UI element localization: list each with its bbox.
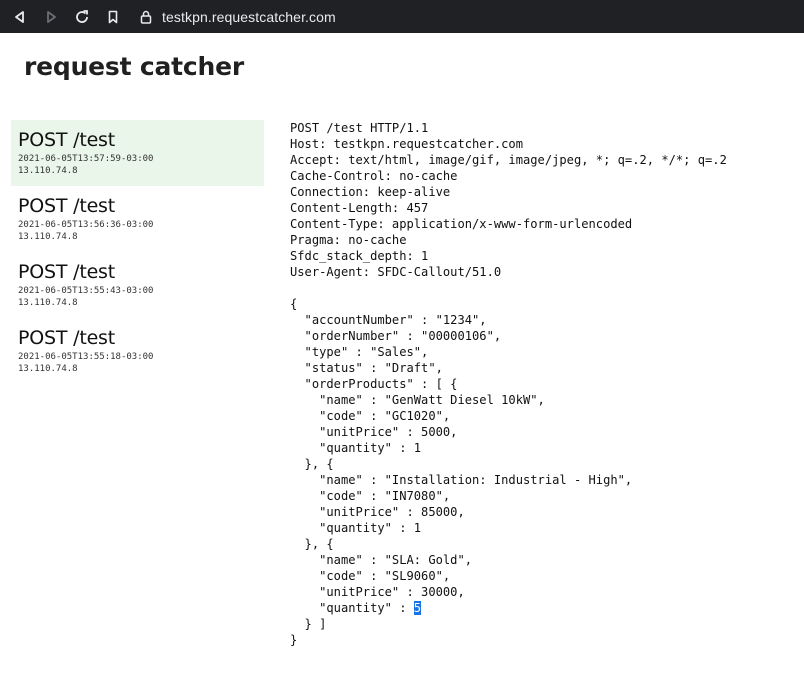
request-timestamp: 2021-06-05T13:57:59-03:00 — [18, 154, 154, 164]
forward-arrow-icon — [47, 10, 56, 23]
request-item[interactable]: POST /test 2021-06-05T13:55:18-03:00 13.… — [11, 318, 264, 384]
browser-toolbar: testkpn.requestcatcher.com — [0, 0, 804, 33]
url-text: testkpn.requestcatcher.com — [162, 8, 336, 25]
reload-icon — [76, 9, 88, 23]
forward-button[interactable] — [40, 6, 62, 28]
request-method: POST /test — [18, 327, 116, 349]
selected-text: 5 — [413, 601, 422, 615]
request-timestamp: 2021-06-05T13:55:43-03:00 — [18, 286, 154, 296]
request-ip: 13.110.74.8 — [18, 364, 78, 374]
request-detail[interactable]: POST /test HTTP/1.1 Host: testkpn.reques… — [290, 120, 727, 648]
request-method: POST /test — [18, 195, 116, 217]
request-ip: 13.110.74.8 — [18, 232, 78, 242]
request-body-text: POST /test HTTP/1.1 Host: testkpn.reques… — [290, 121, 727, 615]
bookmark-icon — [108, 10, 118, 23]
request-item[interactable]: POST /test 2021-06-05T13:56:36-03:00 13.… — [11, 186, 264, 252]
request-item[interactable]: POST /test 2021-06-05T13:55:43-03:00 13.… — [11, 252, 264, 318]
request-method: POST /test — [18, 129, 116, 151]
request-ip: 13.110.74.8 — [18, 298, 78, 308]
request-method: POST /test — [18, 261, 116, 283]
back-arrow-icon — [15, 10, 24, 23]
lock-icon — [140, 10, 152, 24]
request-timestamp: 2021-06-05T13:56:36-03:00 — [18, 220, 154, 230]
request-list: POST /test 2021-06-05T13:57:59-03:00 13.… — [11, 120, 264, 384]
request-ip: 13.110.74.8 — [18, 166, 78, 176]
back-button[interactable] — [9, 6, 31, 28]
request-timestamp: 2021-06-05T13:55:18-03:00 — [18, 352, 154, 362]
address-bar[interactable]: testkpn.requestcatcher.com — [140, 4, 336, 29]
reload-button[interactable] — [71, 6, 93, 28]
request-item[interactable]: POST /test 2021-06-05T13:57:59-03:00 13.… — [11, 120, 264, 186]
bookmark-button[interactable] — [102, 6, 124, 28]
request-body-tail: } ] } — [290, 617, 327, 647]
page-title: request catcher — [24, 52, 245, 81]
